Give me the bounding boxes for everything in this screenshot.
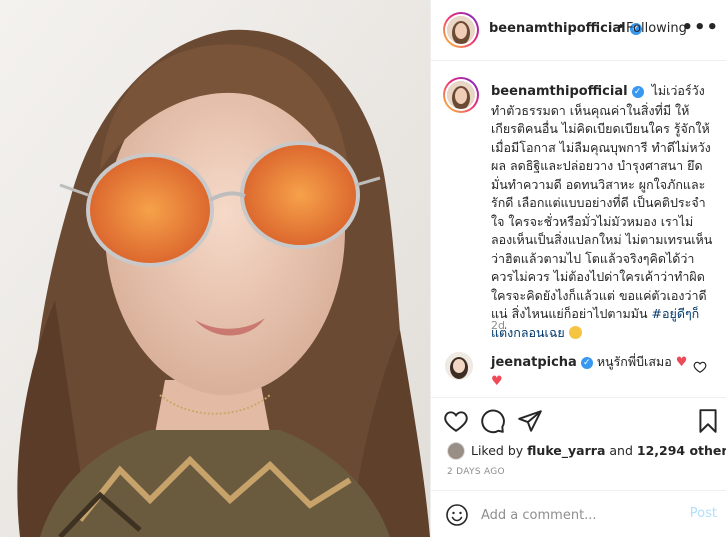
author-username-text[interactable]: beenamthipofficial xyxy=(489,21,626,36)
verified-icon: ✓ xyxy=(631,86,644,98)
post-header: beenamthipofficial ✓ • Following ••• xyxy=(431,0,726,61)
post-photo-image xyxy=(0,0,430,537)
heart-icon[interactable] xyxy=(443,408,469,434)
caption-text: ไม่เว่อร์วัง ทำตัวธรรมดา เห็นคุณค่าในสิ่… xyxy=(491,83,713,321)
caption-author-avatar[interactable] xyxy=(443,77,479,113)
commenter-username-text[interactable]: jeenatpicha xyxy=(491,355,577,370)
add-comment-bar: Post xyxy=(431,490,726,537)
comment-text: หนูรักพี่บีเสมอ xyxy=(596,354,672,369)
comment-item: jeenatpicha ✓ หนูรักพี่บีเสมอ ♥ ♥ xyxy=(431,344,726,394)
likes-text: Liked by fluke_yarra and 12,294 others xyxy=(471,443,726,458)
action-bar xyxy=(431,397,726,443)
post-comment-button[interactable]: Post xyxy=(690,506,717,521)
commenter-avatar[interactable] xyxy=(445,352,473,380)
post-caption: beenamthipofficial ✓ ไม่เว่อร์วัง ทำตัวธร… xyxy=(491,82,713,342)
likes-count[interactable]: 12,294 others xyxy=(637,443,726,458)
grinning-emoji-icon xyxy=(568,325,582,339)
author-avatar[interactable] xyxy=(443,12,479,48)
bookmark-icon[interactable] xyxy=(695,408,721,434)
post-photo[interactable] xyxy=(0,0,430,537)
comment-like-icon[interactable] xyxy=(693,360,707,374)
red-heart-emoji-icon-2: ♥ xyxy=(491,374,503,389)
comment-icon[interactable] xyxy=(480,408,506,434)
post-details-panel: beenamthipofficial ✓ • Following ••• been… xyxy=(430,0,726,537)
caption-age: 2d xyxy=(491,319,505,332)
comment-input[interactable] xyxy=(481,504,681,526)
smile-icon[interactable] xyxy=(445,503,469,527)
following-button[interactable]: Following xyxy=(626,21,687,36)
likes-prefix: Liked by xyxy=(471,443,524,458)
red-heart-emoji-icon: ♥ xyxy=(675,355,688,370)
comments-scroll-area[interactable]: beenamthipofficial ✓ ไม่เว่อร์วัง ทำตัวธร… xyxy=(431,62,726,397)
liker-avatar[interactable] xyxy=(447,442,465,460)
share-icon[interactable] xyxy=(517,408,543,434)
commenter-username[interactable]: jeenatpicha ✓ xyxy=(491,355,593,370)
caption-author-text[interactable]: beenamthipofficial xyxy=(491,84,628,99)
caption-author-username[interactable]: beenamthipofficial ✓ xyxy=(491,84,644,99)
more-icon[interactable]: ••• xyxy=(681,17,719,38)
follow-separator: • xyxy=(617,20,625,35)
likes-and: and xyxy=(609,443,633,458)
liker-username[interactable]: fluke_yarra xyxy=(527,443,605,458)
post-date[interactable]: 2 DAYS AGO xyxy=(447,467,505,477)
comment-body: jeenatpicha ✓ หนูรักพี่บีเสมอ ♥ ♥ xyxy=(491,353,691,391)
verified-icon: ✓ xyxy=(580,357,593,369)
